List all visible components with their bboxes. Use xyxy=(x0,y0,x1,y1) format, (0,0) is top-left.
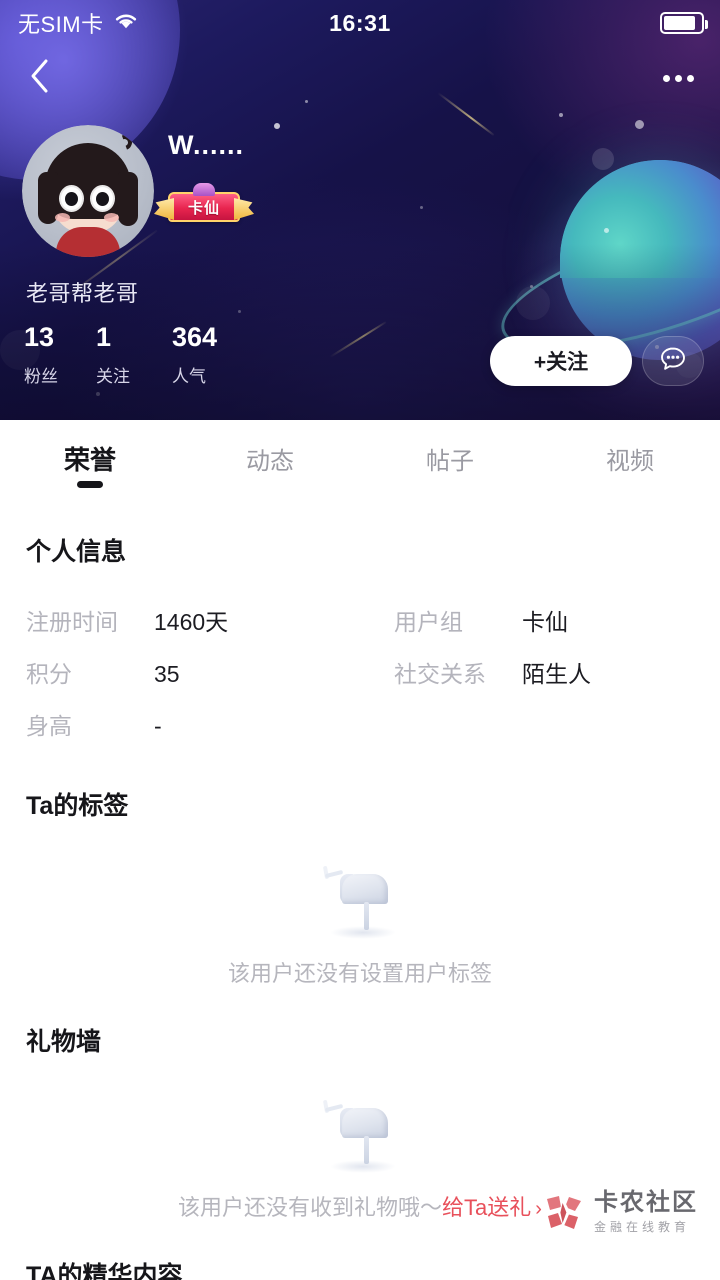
section-title: Ta的标签 xyxy=(26,792,129,820)
back-button[interactable] xyxy=(14,54,66,102)
message-button[interactable] xyxy=(642,336,704,386)
stat-following[interactable]: 1 关注 xyxy=(96,324,172,387)
stat-value: 364 xyxy=(172,322,218,352)
info-key: 积分 xyxy=(26,661,72,687)
info-row: 注册时间 1460天 用户组 卡仙 xyxy=(0,594,720,646)
watermark-brand: 卡农社区 xyxy=(594,1189,698,1216)
nebula-glow xyxy=(516,286,550,320)
chevron-left-icon xyxy=(28,56,52,101)
star-decoration xyxy=(420,206,423,209)
stat-popularity[interactable]: 364 人气 xyxy=(172,324,244,387)
info-key: 社交关系 xyxy=(394,661,486,687)
mailbox-icon xyxy=(312,1094,408,1176)
crown-badge-icon xyxy=(193,183,215,196)
gift-wall-section: 礼物墙 该用户还没有收到礼物哦～给Ta送礼 › xyxy=(0,988,720,1222)
more-options-button[interactable] xyxy=(652,54,704,102)
chevron-right-icon: › xyxy=(535,1198,542,1220)
info-pair: 社交关系 陌生人 xyxy=(394,655,720,689)
tab-posts[interactable]: 帖子 xyxy=(360,420,540,496)
watermark-text: 卡农社区 金融在线教育 xyxy=(594,1190,698,1235)
section-title: TA的精华内容 xyxy=(26,1262,183,1280)
empty-state-text: 该用户还没有设置用户标签 xyxy=(227,961,492,986)
tags-section: Ta的标签 该用户还没有设置用户标签 xyxy=(0,750,720,988)
personal-info-section: 个人信息 注册时间 1460天 用户组 卡仙 积分 35 社交关系 陌生人 身高… xyxy=(0,496,720,750)
info-row: 身高 - xyxy=(0,698,720,750)
empty-state-text: 该用户还没有收到礼物哦～ xyxy=(178,1195,443,1220)
clock-label: 16:31 xyxy=(329,9,391,36)
avatar[interactable] xyxy=(22,125,154,257)
star-decoration xyxy=(274,123,280,129)
star-decoration xyxy=(604,228,609,233)
tags-empty-state: 该用户还没有设置用户标签 xyxy=(0,860,720,988)
signature-label: 老哥帮老哥 xyxy=(26,281,139,306)
chat-bubble-icon xyxy=(656,342,690,381)
info-key: 注册时间 xyxy=(26,609,118,635)
tab-label: 荣誉 xyxy=(63,444,116,475)
user-group-badge[interactable]: 卡仙 xyxy=(154,183,255,222)
stat-label: 粉丝 xyxy=(24,367,58,386)
profile-content: 个人信息 注册时间 1460天 用户组 卡仙 积分 35 社交关系 陌生人 身高… xyxy=(0,496,720,1280)
nebula-glow xyxy=(592,148,614,170)
tab-label: 帖子 xyxy=(426,447,474,475)
info-value: 35 xyxy=(154,661,180,687)
info-key: 身高 xyxy=(26,713,72,739)
section-title: 个人信息 xyxy=(26,538,127,566)
star-decoration xyxy=(238,310,241,313)
more-dots-icon xyxy=(662,74,694,82)
info-pair: 积分 35 xyxy=(0,655,394,689)
follow-button[interactable]: +关注 xyxy=(490,336,632,386)
personal-info-grid: 注册时间 1460天 用户组 卡仙 积分 35 社交关系 陌生人 身高 - xyxy=(0,594,720,750)
stat-value: 1 xyxy=(96,322,112,352)
tab-videos[interactable]: 视频 xyxy=(540,420,720,496)
stat-followers[interactable]: 13 粉丝 xyxy=(24,324,96,387)
profile-page: 无SIM卡 16:31 W...... 卡仙 老哥帮老哥 13 粉丝 1 关注 … xyxy=(0,0,720,1280)
watermark: 卡农社区 金融在线教育 xyxy=(543,1190,698,1235)
tab-moments[interactable]: 动态 xyxy=(180,420,360,496)
tab-label: 动态 xyxy=(246,447,294,475)
stat-label: 关注 xyxy=(96,367,130,386)
meteor-decoration xyxy=(329,321,387,358)
star-decoration xyxy=(559,113,563,117)
star-decoration xyxy=(635,120,644,129)
info-key: 用户组 xyxy=(394,609,463,635)
badge-label: 卡仙 xyxy=(188,199,221,217)
status-bar: 无SIM卡 16:31 xyxy=(0,0,720,46)
info-pair: 身高 - xyxy=(0,707,394,741)
info-pair: 注册时间 1460天 xyxy=(0,603,394,637)
mailbox-icon xyxy=(312,860,408,942)
star-decoration xyxy=(96,392,100,396)
info-value: 陌生人 xyxy=(522,661,591,687)
username-label: W...... xyxy=(168,130,245,160)
battery-icon xyxy=(660,12,708,34)
profile-tabs: 荣誉 动态 帖子 视频 xyxy=(0,420,720,496)
info-value: 1460天 xyxy=(154,609,229,635)
planet-upper-mask xyxy=(560,160,720,278)
tab-label: 视频 xyxy=(606,447,654,475)
stats-row: 13 粉丝 1 关注 364 人气 xyxy=(24,324,244,387)
send-gift-label: 给Ta送礼 xyxy=(442,1195,532,1220)
section-title: 礼物墙 xyxy=(26,1028,102,1056)
watermark-tagline: 金融在线教育 xyxy=(594,1220,691,1235)
kanong-flower-logo xyxy=(543,1192,585,1234)
tab-honor[interactable]: 荣誉 xyxy=(0,420,180,496)
navigation-bar xyxy=(0,46,720,108)
status-bar-right xyxy=(660,12,708,34)
stat-label: 人气 xyxy=(172,367,206,386)
info-pair: 用户组 卡仙 xyxy=(394,603,720,637)
send-gift-link[interactable]: 给Ta送礼 › xyxy=(442,1195,542,1220)
info-value: - xyxy=(154,713,162,739)
info-row: 积分 35 社交关系 陌生人 xyxy=(0,646,720,698)
stat-value: 13 xyxy=(24,322,55,352)
info-value: 卡仙 xyxy=(522,609,568,635)
active-tab-indicator xyxy=(77,481,103,488)
